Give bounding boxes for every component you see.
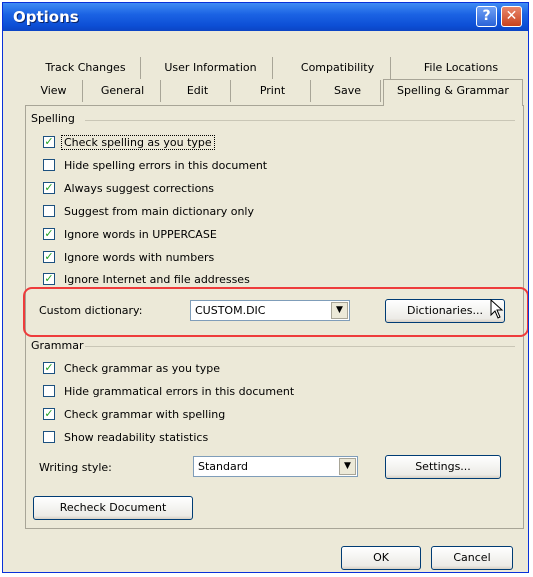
- tab-edit[interactable]: Edit: [165, 80, 231, 102]
- tab-print[interactable]: Print: [235, 80, 311, 102]
- checkbox-label: Hide spelling errors in this document: [64, 158, 268, 172]
- checkbox-label: Ignore words in UPPERCASE: [64, 227, 217, 241]
- writing-style-value: Standard: [198, 460, 249, 473]
- tab-user-information[interactable]: User Information: [149, 57, 273, 79]
- show-readability-statistics-checkbox[interactable]: Show readability statistics: [43, 429, 208, 445]
- hide-spelling-errors-checkbox[interactable]: Hide spelling errors in this document: [43, 157, 267, 173]
- tab-view[interactable]: View: [25, 80, 83, 102]
- tab-track-changes[interactable]: Track Changes: [31, 57, 141, 79]
- tab-file-locations[interactable]: File Locations: [403, 57, 519, 79]
- grammar-heading: Grammar: [31, 339, 84, 352]
- checkmark-icon: ✓: [43, 135, 55, 148]
- ignore-words-with-numbers-checkbox[interactable]: ✓ Ignore words with numbers: [43, 249, 214, 265]
- title-bar[interactable]: Options ? ✕: [3, 3, 528, 31]
- highlight-annotation: [23, 287, 528, 337]
- always-suggest-corrections-checkbox[interactable]: ✓ Always suggest corrections: [43, 180, 214, 196]
- checkmark-icon: ✓: [43, 407, 55, 420]
- checkbox-label: Show readability statistics: [64, 430, 209, 444]
- tab-general[interactable]: General: [85, 80, 161, 102]
- checkbox-label: Always suggest corrections: [64, 181, 215, 195]
- check-grammar-with-spelling-checkbox[interactable]: ✓ Check grammar with spelling: [43, 406, 225, 422]
- checkbox-label: Check grammar as you type: [64, 361, 221, 375]
- checkbox-box: [43, 205, 55, 217]
- help-button[interactable]: ?: [476, 6, 497, 27]
- checkmark-icon: ✓: [43, 361, 55, 374]
- hide-grammatical-errors-checkbox[interactable]: Hide grammatical errors in this document: [43, 383, 294, 399]
- cancel-button[interactable]: Cancel: [431, 546, 513, 570]
- chevron-down-icon[interactable]: ▼: [339, 458, 356, 475]
- spelling-divider: [85, 120, 515, 121]
- ignore-internet-addresses-checkbox[interactable]: ✓ Ignore Internet and file addresses: [43, 271, 250, 287]
- checkbox-label: Ignore words with numbers: [64, 250, 215, 264]
- tab-spelling-grammar[interactable]: Spelling & Grammar: [383, 79, 523, 106]
- check-spelling-as-you-type-checkbox[interactable]: ✓ Check spelling as you type: [43, 134, 215, 150]
- tab-save[interactable]: Save: [315, 80, 381, 102]
- close-button[interactable]: ✕: [501, 6, 522, 27]
- checkbox-box: [43, 385, 55, 397]
- check-grammar-as-you-type-checkbox[interactable]: ✓ Check grammar as you type: [43, 360, 220, 376]
- checkmark-icon: ✓: [43, 250, 55, 263]
- options-dialog: Options ? ✕ Track Changes User Informati…: [2, 2, 529, 573]
- ignore-uppercase-checkbox[interactable]: ✓ Ignore words in UPPERCASE: [43, 226, 217, 242]
- dialog-title: Options: [13, 8, 79, 26]
- writing-style-select[interactable]: Standard ▼: [193, 456, 358, 477]
- checkmark-icon: ✓: [43, 272, 55, 285]
- ok-button[interactable]: OK: [341, 546, 421, 570]
- recheck-document-button[interactable]: Recheck Document: [33, 496, 193, 520]
- tab-compatibility[interactable]: Compatibility: [285, 57, 391, 79]
- checkbox-label: Suggest from main dictionary only: [64, 204, 254, 218]
- mouse-pointer-icon: [490, 299, 504, 319]
- checkbox-label: Ignore Internet and file addresses: [64, 272, 250, 286]
- checkmark-icon: ✓: [43, 181, 55, 194]
- checkbox-box: [43, 159, 55, 171]
- checkbox-label: Hide grammatical errors in this document: [64, 384, 295, 398]
- checkmark-icon: ✓: [43, 227, 55, 240]
- settings-button[interactable]: Settings...: [385, 455, 501, 479]
- writing-style-label: Writing style:: [39, 461, 112, 474]
- checkbox-box: [43, 431, 55, 443]
- checkbox-label: Check spelling as you type: [61, 134, 215, 150]
- spelling-heading: Spelling: [31, 112, 75, 125]
- grammar-divider: [85, 346, 515, 347]
- checkbox-label: Check grammar with spelling: [64, 407, 226, 421]
- suggest-from-main-dictionary-checkbox[interactable]: Suggest from main dictionary only: [43, 203, 254, 219]
